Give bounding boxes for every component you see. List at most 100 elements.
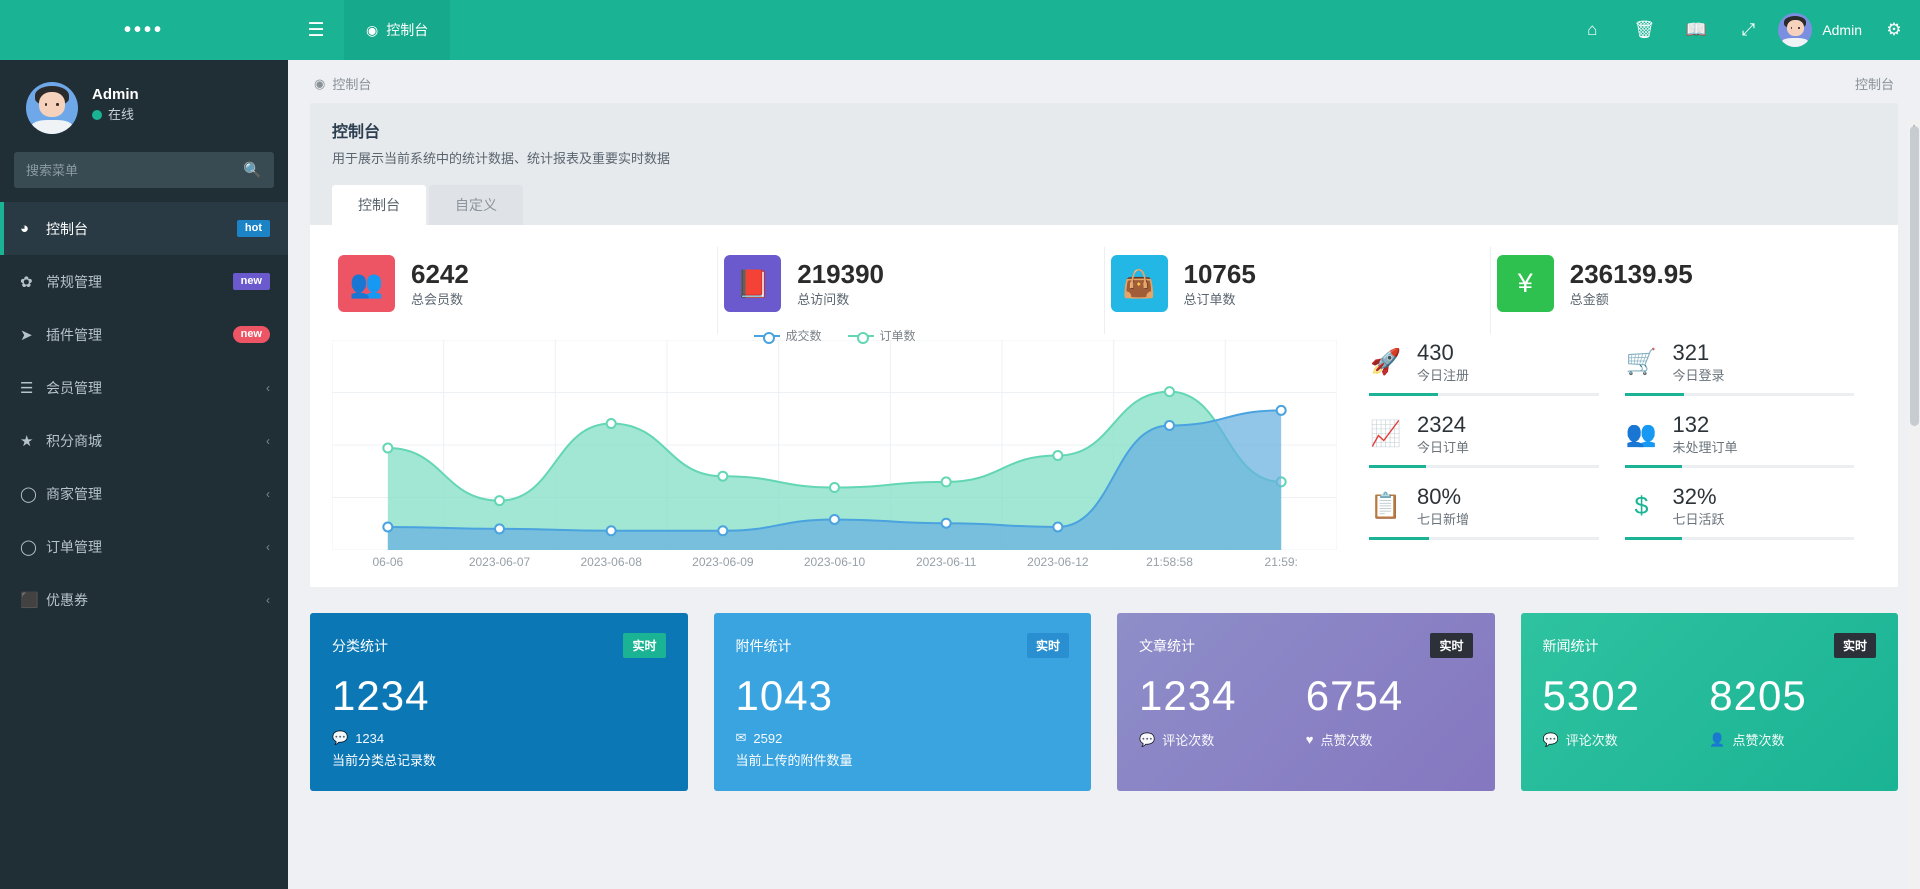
- sales-area-chart[interactable]: 成交数 订单数: [331, 329, 1338, 551]
- topbar: ☰ ◉ 控制台 ⌂ 🗑 📖 ⤢ Admin ⚙: [288, 0, 1920, 60]
- stat-value: 219390: [797, 258, 885, 289]
- mini-stat-progress: [1369, 537, 1599, 540]
- tab-label: 自定义: [455, 197, 497, 213]
- info-card-number: 8205: [1709, 672, 1807, 719]
- sidebar-item-2[interactable]: ✿ 常规管理 new: [0, 255, 288, 308]
- legend-label: 成交数: [785, 329, 822, 343]
- info-card-number: 5302: [1542, 672, 1640, 719]
- dashboard-icon: ◉: [314, 75, 326, 91]
- sidebar-item-label: 会员管理: [46, 379, 102, 396]
- chart-x-axis: 06-06 2023-06-07 2023-06-08 2023-06-09 2023-…: [332, 555, 1337, 569]
- mini-stat-progress: [1624, 393, 1854, 396]
- home-icon[interactable]: ⌂: [1566, 20, 1618, 40]
- scrollbar-thumb[interactable]: [1910, 126, 1919, 426]
- group-icon: 👥: [1625, 420, 1658, 448]
- info-card-foot-label: 评论次数: [1565, 733, 1618, 748]
- legend-item-2[interactable]: 订单数: [847, 327, 916, 344]
- legend-item-1[interactable]: 成交数: [753, 327, 822, 344]
- scrollbar[interactable]: ▲: [1908, 120, 1920, 889]
- sidebar-profile[interactable]: Admin 在线: [0, 60, 288, 142]
- bookmark-icon: ⬛: [20, 591, 39, 609]
- sidebar-item-label: 订单管理: [46, 538, 102, 555]
- sidebar-item-3[interactable]: ➤ 插件管理 new: [0, 308, 288, 361]
- info-card-2[interactable]: 附件统计 实时 1043 ✉ 2592 当前上传的附件数量: [713, 613, 1091, 791]
- mini-stat-label: 七日活跃: [1672, 512, 1725, 527]
- sidebar-item-6[interactable]: ◯ 商家管理 ‹: [0, 467, 288, 520]
- mini-stat-value: 321: [1672, 340, 1710, 365]
- x-tick-2: 2023-06-07: [468, 555, 531, 569]
- chevron-left-icon: ‹: [266, 592, 270, 607]
- stat-value: 236139.95: [1569, 258, 1693, 289]
- sidebar-item-label: 优惠券: [46, 591, 88, 608]
- info-card-number: 6754: [1305, 672, 1404, 719]
- info-card-metric: 6754 ♥ 点赞次数: [1306, 670, 1473, 749]
- chart-canvas: [331, 339, 1338, 551]
- circle-icon: ◯: [20, 485, 37, 503]
- menu-toggle-icon[interactable]: ☰: [288, 19, 344, 42]
- info-card-foot-label: 点赞次数: [1320, 733, 1373, 748]
- info-card-title: 文章统计: [1139, 637, 1195, 654]
- sidebar-item-4[interactable]: ☰ 会员管理 ‹: [0, 361, 288, 414]
- chart-and-mini-stats: 成交数 订单数 06-06 2023-06-07 2023-06-08 2023-06-…: [331, 329, 1877, 569]
- mini-stat-value: 2324: [1417, 412, 1466, 437]
- dashboard-icon: ◉: [366, 21, 379, 38]
- mini-stat-value: 430: [1417, 340, 1454, 365]
- info-card-4[interactable]: 新闻统计 实时 5302 💬 评论次数 8205 👤 点赞次数: [1520, 613, 1898, 791]
- sidebar-item-5[interactable]: ★ 积分商城 ‹: [0, 414, 288, 467]
- chart-line-icon: 📈: [1370, 420, 1402, 448]
- mini-stat-label: 今日登录: [1672, 368, 1725, 383]
- info-card-1[interactable]: 分类统计 实时 1234 💬 1234 当前分类总记录数: [310, 613, 688, 791]
- user-menu[interactable]: Admin: [1778, 13, 1862, 47]
- mini-stat-label: 今日注册: [1417, 368, 1470, 383]
- avatar: [1778, 13, 1813, 47]
- dollar-icon: $: [1634, 492, 1649, 520]
- trash-icon[interactable]: 🗑: [1618, 20, 1670, 40]
- mini-stat-value: 80%: [1417, 484, 1462, 509]
- info-card-number: 1234: [332, 672, 430, 719]
- mini-stat-2: 🛒 321 今日登录: [1621, 340, 1877, 412]
- stat-label: 总金额: [1569, 291, 1609, 307]
- dashboard-page: •••• Admin 在线 🔍: [0, 0, 1920, 889]
- page-subtitle: 用于展示当前系统中的统计数据、统计报表及重要实时数据: [332, 151, 671, 166]
- legend-marker-icon: [753, 331, 780, 344]
- profile-status-label: 在线: [108, 107, 135, 122]
- x-tick-6: 2023-06-11: [915, 555, 977, 569]
- info-card-foot-label: 2592: [753, 730, 783, 746]
- stat-card-4: ¥236139.95 总金额: [1491, 247, 1876, 334]
- breadcrumb-current[interactable]: 控制台: [332, 74, 371, 93]
- chevron-left-icon: ‹: [266, 539, 270, 554]
- sidebar-logo[interactable]: ••••: [0, 0, 288, 60]
- chart-column: 成交数 订单数 06-06 2023-06-07 2023-06-08 2023-06-…: [331, 329, 1338, 569]
- book-icon[interactable]: 📖: [1670, 20, 1722, 40]
- sidebar-item-label: 常规管理: [46, 273, 102, 290]
- stat-card-1: 👥 6242 总会员数: [332, 247, 719, 334]
- sidebar-item-8[interactable]: ⬛ 优惠券 ‹: [0, 573, 288, 626]
- search-input[interactable]: [26, 162, 244, 178]
- tab-1[interactable]: 控制台: [332, 185, 426, 225]
- x-tick-7: 2023-06-12: [1027, 555, 1089, 569]
- mini-stat-label: 七日新增: [1417, 512, 1470, 527]
- info-card-3[interactable]: 文章统计 实时 1234 💬 评论次数 6754 ♥ 点赞次数: [1117, 613, 1495, 791]
- gears-icon[interactable]: ⚙: [1868, 20, 1920, 40]
- mini-stat-progress: [1369, 465, 1599, 468]
- topbar-active-tab-label: 控制台: [386, 22, 429, 38]
- info-card-number: 1234: [1139, 672, 1237, 719]
- mini-stat-progress: [1624, 465, 1854, 468]
- stat-card-3: 👜 10765 总订单数: [1105, 247, 1491, 334]
- topbar-active-tab[interactable]: ◉ 控制台: [344, 0, 451, 60]
- search-icon[interactable]: 🔍: [243, 161, 262, 179]
- legend-marker-icon: [847, 331, 874, 344]
- bag-icon: 👜: [1110, 255, 1168, 312]
- info-card-title: 新闻统计: [1542, 637, 1599, 654]
- sidebar-item-7[interactable]: ◯ 订单管理 ‹: [0, 520, 288, 573]
- status-badge: 实时: [1430, 633, 1473, 658]
- mini-stat-value: 132: [1672, 412, 1710, 437]
- rocket-icon: 🚀: [1370, 348, 1402, 376]
- sidebar-item-1[interactable]: ◕ 控制台 hot: [0, 202, 288, 255]
- mini-stat-3: 📈 2324 今日订单: [1365, 412, 1621, 484]
- page-panel: 控制台 用于展示当前系统中的统计数据、统计报表及重要实时数据 控制台 自定义: [310, 103, 1898, 225]
- tab-2[interactable]: 自定义: [429, 185, 523, 225]
- fullscreen-icon[interactable]: ⤢: [1722, 20, 1774, 40]
- x-tick-5: 2023-06-10: [803, 555, 866, 569]
- mini-stat-progress: [1624, 537, 1854, 540]
